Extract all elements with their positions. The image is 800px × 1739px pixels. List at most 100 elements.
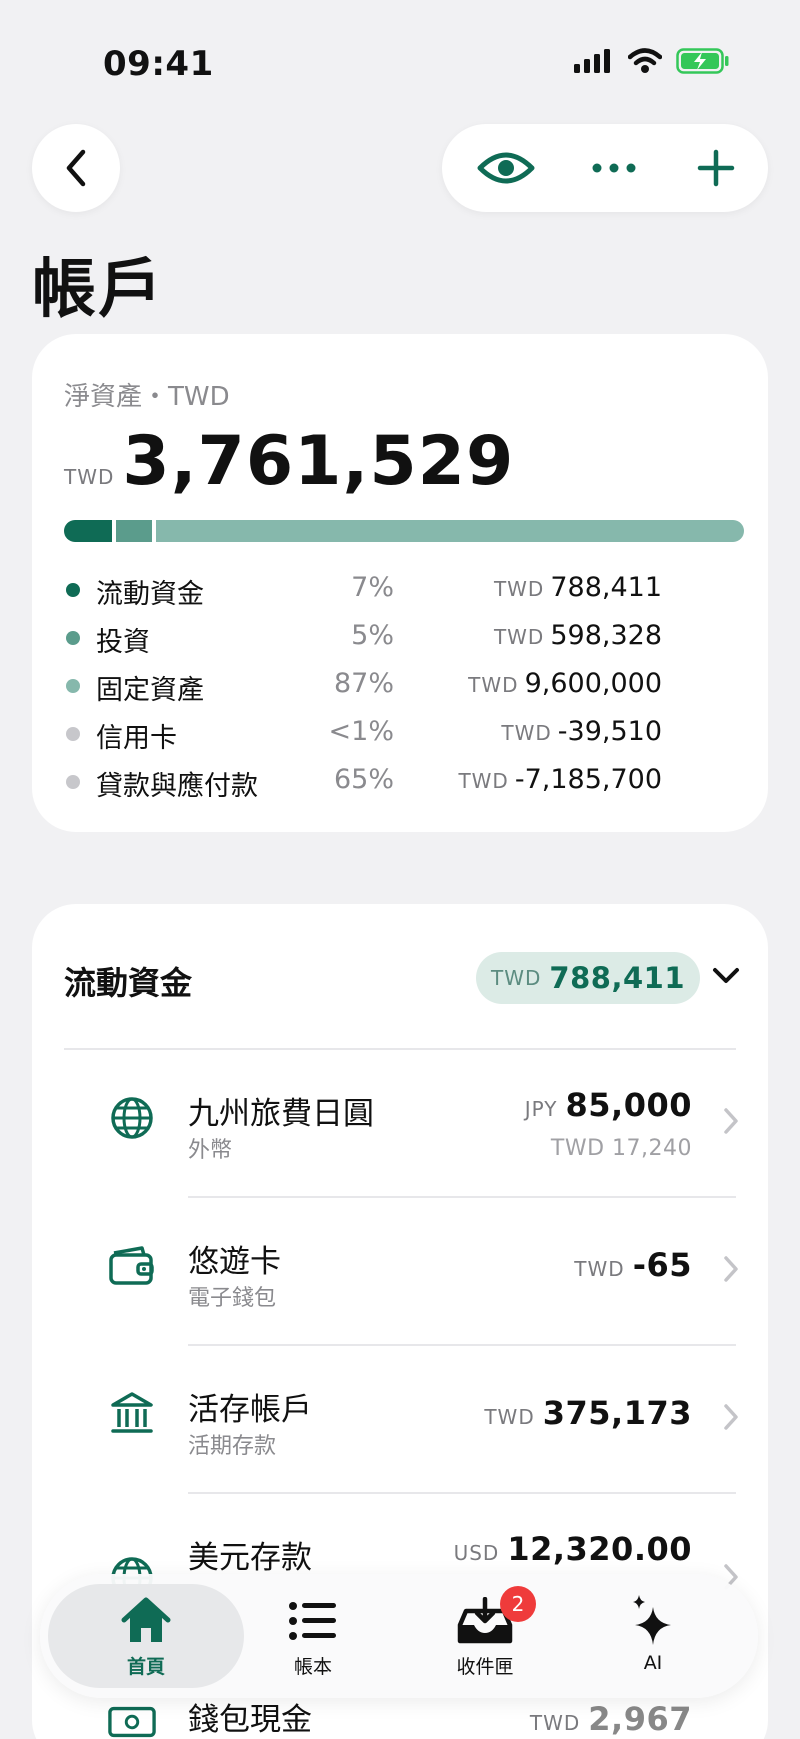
add-account-button[interactable] [666, 124, 766, 212]
net-worth-row: TWD 3,761,529 [64, 422, 514, 501]
chevron-left-icon [66, 149, 86, 187]
toggle-visibility-button[interactable] [456, 124, 556, 212]
legend-amount: TWD 598,328 [382, 620, 662, 651]
account-type: 活期存款 [188, 1434, 277, 1459]
inbox-icon: 2 [456, 1586, 536, 1646]
list-icon [288, 1596, 338, 1646]
account-converted-value: TWD 17,240 [550, 1136, 692, 1161]
back-button[interactable] [32, 124, 120, 212]
legend-row: 流動資金 7% TWD 788,411 [64, 566, 744, 614]
tab-ai[interactable]: AI [568, 1584, 738, 1688]
status-icons [574, 48, 730, 74]
cash-icon [108, 1698, 156, 1739]
legend-row: 信用卡 <1% TWD -39,510 [64, 710, 744, 758]
legend-currency: TWD [493, 625, 545, 649]
allocation-segment-liquid [64, 520, 112, 542]
legend-amount: TWD -7,185,700 [382, 764, 662, 795]
allocation-legend: 流動資金 7% TWD 788,411 投資 5% TWD 598,328 固定資產… [64, 566, 744, 806]
signal-icon [574, 49, 610, 73]
chevron-right-icon [722, 1254, 740, 1288]
globe-icon [108, 1094, 156, 1142]
account-row[interactable]: 九州旅費日圓 外幣 JPY 85,000 TWD 17,240 [32, 1050, 768, 1198]
account-row[interactable]: 悠遊卡 電子錢包 TWD -65 [32, 1198, 768, 1346]
legend-row: 固定資產 87% TWD 9,600,000 [64, 662, 744, 710]
legend-pct: 7% [351, 572, 394, 603]
legend-pct: 5% [351, 620, 394, 651]
legend-amount: TWD 788,411 [382, 572, 662, 603]
account-name: 九州旅費日圓 [188, 1096, 374, 1132]
account-amount: TWD 375,173 [484, 1394, 692, 1432]
account-row[interactable]: 活存帳戶 活期存款 TWD 375,173 [32, 1346, 768, 1494]
account-name: 活存帳戶 [188, 1392, 312, 1428]
account-currency: USD [453, 1541, 500, 1565]
net-worth-card: 淨資產・TWD TWD 3,761,529 流動資金 7% TWD 788,411… [32, 334, 768, 832]
tab-label: 帳本 [293, 1656, 332, 1678]
account-amount: USD 12,320.00 [454, 1530, 692, 1568]
account-value: 85,000 [565, 1086, 692, 1124]
tab-ledger[interactable]: 帳本 [228, 1584, 398, 1688]
account-currency: TWD [574, 1257, 625, 1281]
net-worth-value: 3,761,529 [122, 422, 515, 501]
legend-name: 流動資金 [96, 579, 204, 610]
account-currency: TWD [529, 1711, 581, 1735]
allocation-segment-fixed [156, 520, 744, 542]
account-type: 電子錢包 [188, 1286, 277, 1311]
account-currency: JPY [524, 1097, 558, 1121]
allocation-segment-investment [116, 520, 152, 542]
net-worth-currency: TWD [64, 465, 115, 489]
sparkle-icon [629, 1595, 677, 1646]
chevron-down-icon [713, 968, 739, 983]
tab-label: AI [643, 1652, 663, 1674]
account-name: 錢包現金 [188, 1702, 312, 1738]
legend-currency: TWD [493, 577, 545, 601]
wifi-icon [628, 48, 662, 73]
eye-icon [477, 152, 535, 184]
legend-amount: TWD -39,510 [382, 716, 662, 747]
legend-value: 598,328 [550, 620, 662, 651]
chevron-right-icon [722, 1402, 740, 1436]
chevron-right-icon [722, 1106, 740, 1140]
legend-currency: TWD [468, 673, 519, 697]
account-type: 外幣 [188, 1138, 233, 1163]
legend-name: 投資 [96, 627, 150, 658]
legend-dot [66, 727, 80, 741]
section-total-badge: TWD 788,411 [476, 952, 700, 1004]
legend-value: 9,600,000 [524, 668, 662, 699]
bank-icon [108, 1390, 156, 1438]
account-value: -65 [632, 1246, 692, 1284]
section-title: 流動資金 [64, 964, 193, 1002]
status-bar: 09:41 [0, 0, 800, 120]
legend-dot [66, 775, 80, 789]
allocation-bar [64, 520, 744, 542]
legend-amount: TWD 9,600,000 [382, 668, 662, 699]
battery-icon [676, 48, 729, 74]
account-amount: JPY 85,000 [525, 1086, 692, 1124]
status-time: 09:41 [103, 44, 214, 84]
tab-label: 收件匣 [456, 1656, 514, 1678]
account-value: 375,173 [542, 1394, 692, 1432]
collapse-section-button[interactable] [712, 966, 740, 990]
tab-bar: 首頁 帳本 2 收件匣 AI [40, 1574, 758, 1698]
net-worth-label: 淨資產・TWD [64, 382, 230, 412]
action-group [442, 124, 768, 212]
tab-label: 首頁 [126, 1656, 165, 1678]
legend-pct: <1% [328, 716, 394, 747]
more-icon [592, 163, 636, 173]
tab-inbox[interactable]: 2 收件匣 [400, 1584, 570, 1688]
tab-home[interactable]: 首頁 [48, 1584, 244, 1688]
legend-name: 貸款與應付款 [96, 771, 258, 802]
legend-pct: 87% [333, 668, 394, 699]
legend-name: 固定資產 [96, 675, 204, 706]
legend-value: 788,411 [550, 572, 662, 603]
legend-currency: TWD [501, 721, 552, 745]
account-currency: TWD [484, 1405, 535, 1429]
legend-value: -39,510 [557, 716, 662, 747]
legend-name: 信用卡 [96, 723, 177, 754]
inbox-badge: 2 [500, 1586, 536, 1622]
wallet-icon [108, 1242, 156, 1290]
account-amount: TWD -65 [574, 1246, 692, 1284]
legend-pct: 65% [333, 764, 394, 795]
more-button[interactable] [564, 124, 664, 212]
section-total-currency: TWD [491, 966, 542, 990]
account-value: 2,967 [588, 1700, 692, 1738]
